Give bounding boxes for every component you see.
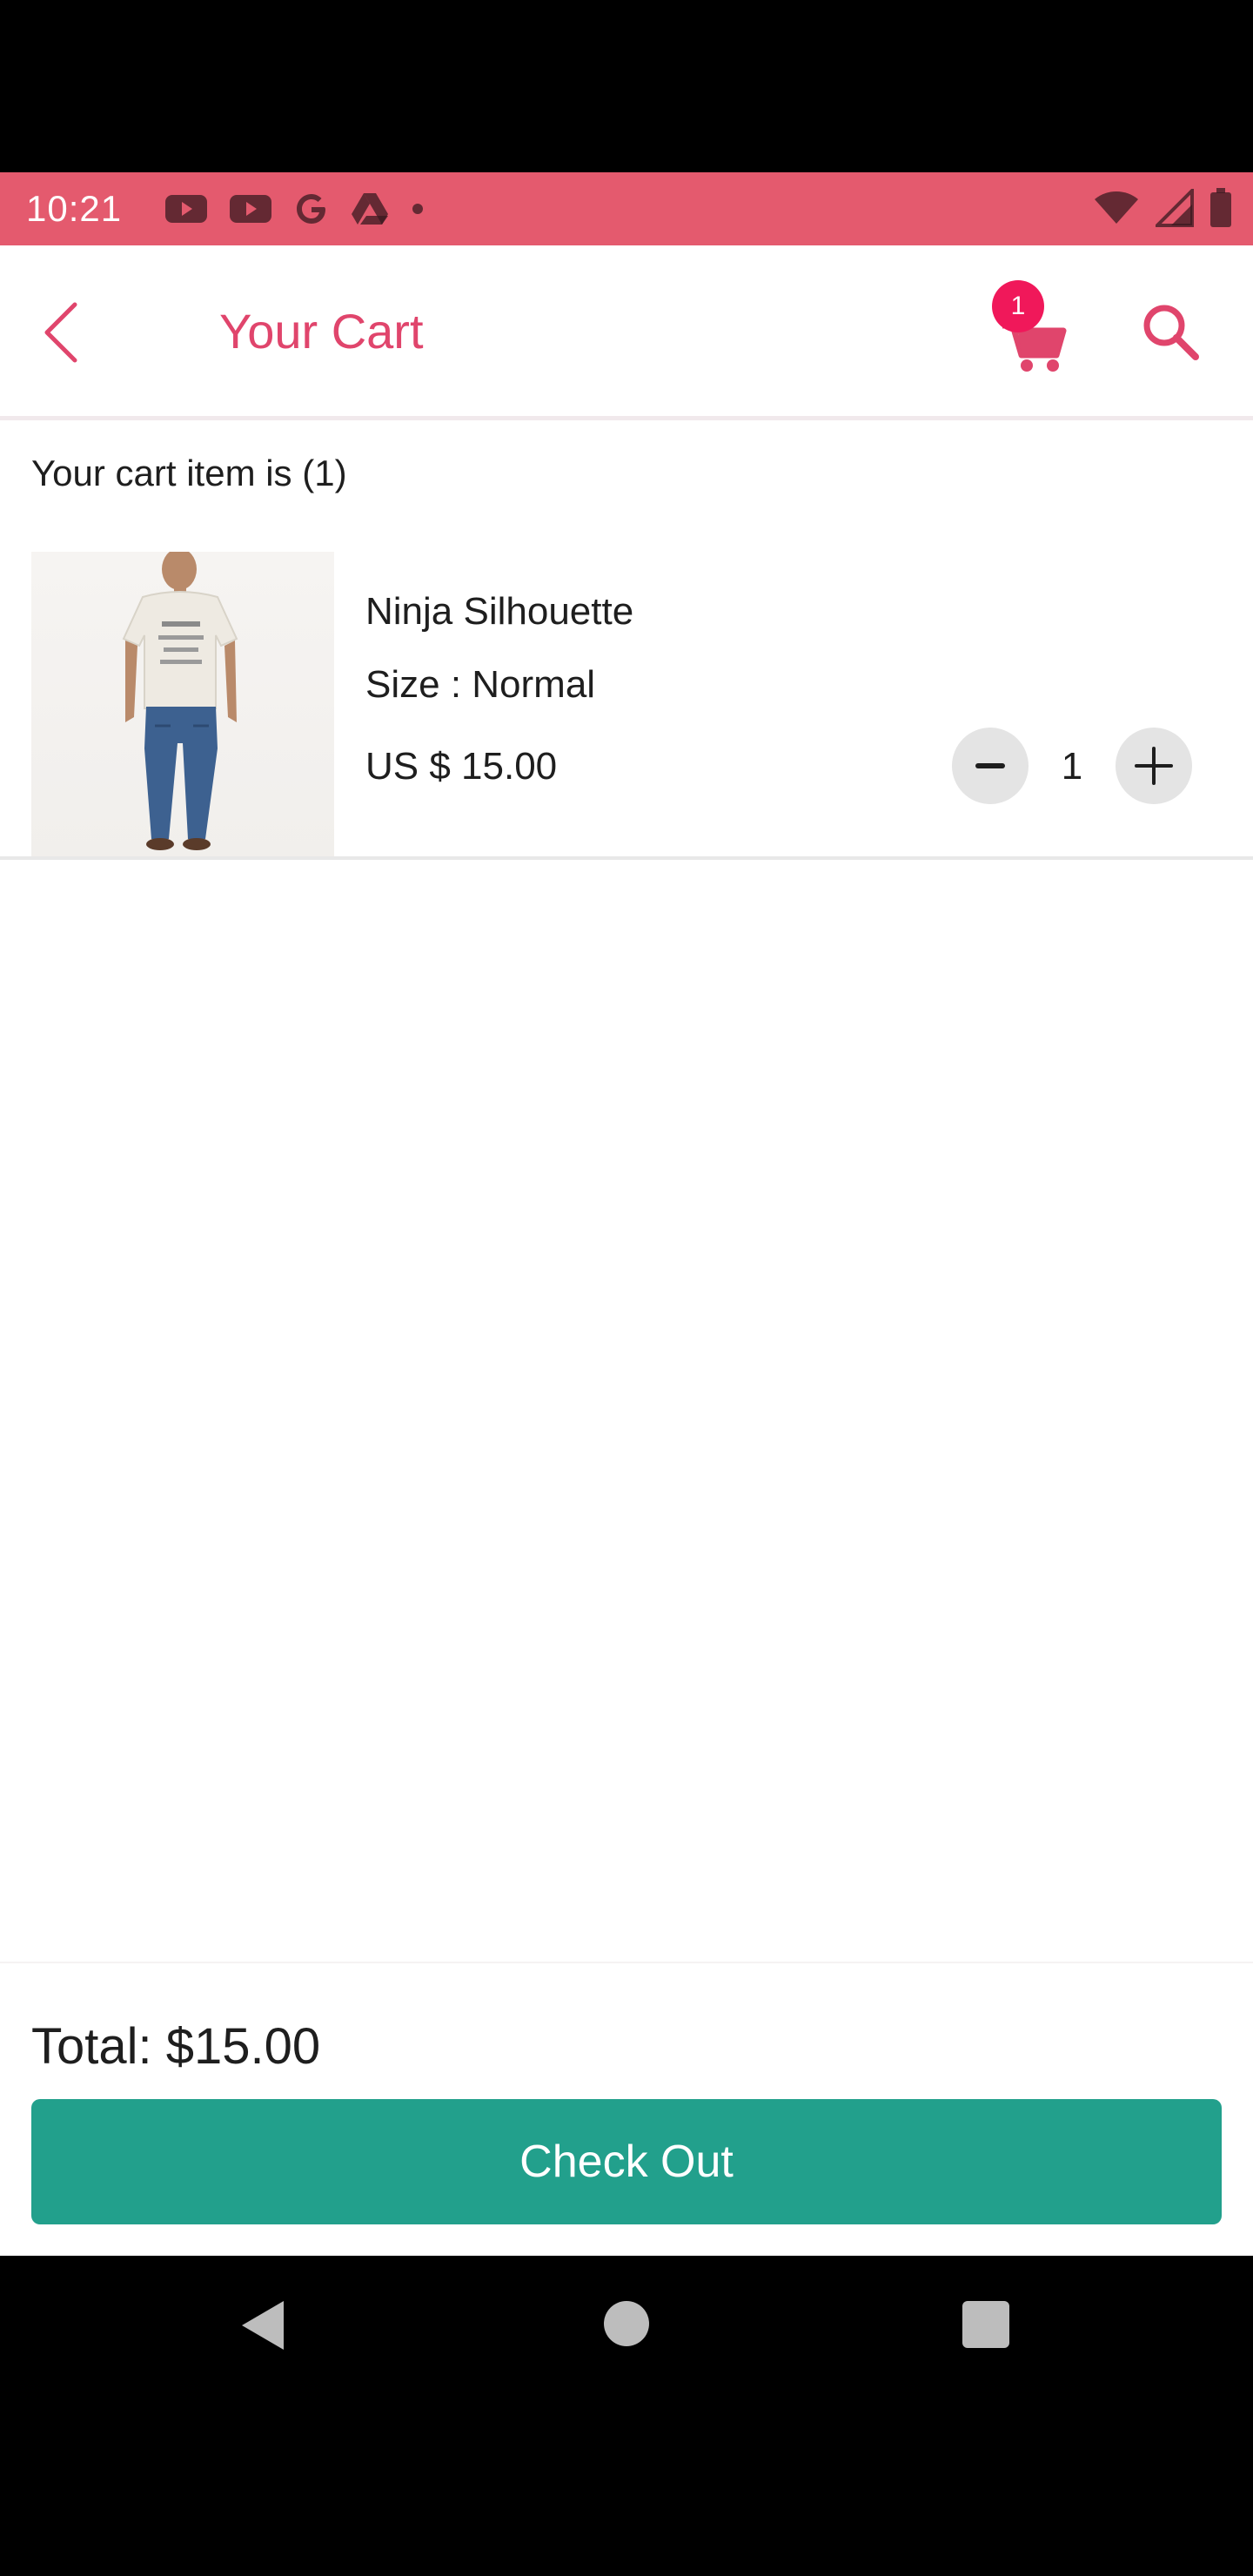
order-total: Total: $15.00 (31, 2018, 321, 2075)
youtube-icon (230, 195, 271, 223)
back-icon[interactable] (238, 2299, 287, 2351)
recents-icon[interactable] (962, 2301, 1009, 2348)
youtube-icon (165, 195, 207, 223)
google-icon (297, 194, 325, 224)
home-icon[interactable] (604, 2301, 649, 2346)
dot-icon (412, 204, 423, 214)
plus-icon (1135, 747, 1173, 785)
cart-screen: Your Cart 1 Your cart item is (1) Ninja … (0, 245, 1253, 2256)
search-icon (1143, 305, 1199, 360)
back-button[interactable] (35, 298, 96, 367)
checkout-button[interactable]: Check Out (31, 2099, 1222, 2224)
signal-icon (1156, 189, 1194, 227)
cart-item-count: Your cart item is (1) (31, 453, 347, 493)
status-time: 10:21 (26, 188, 123, 229)
notification-icons (164, 190, 426, 228)
product-price: US $ 15.00 (365, 745, 558, 788)
decrease-quantity-button[interactable] (952, 728, 1029, 804)
product-name: Ninja Silhouette (365, 590, 634, 633)
quantity-value: 1 (1061, 745, 1083, 788)
product-image (31, 552, 334, 856)
product-size: Size : Normal (365, 663, 596, 706)
search-button[interactable] (1136, 298, 1206, 367)
system-icons (1093, 188, 1232, 228)
chevron-left-icon (44, 302, 77, 363)
increase-quantity-button[interactable] (1116, 728, 1192, 804)
battery-icon (1210, 188, 1231, 227)
wifi-icon (1095, 191, 1138, 224)
cart-badge: 1 (992, 280, 1044, 332)
man-in-tshirt-and-jeans-image (122, 552, 238, 850)
status-bar: 10:21 (0, 172, 1253, 245)
minus-icon (975, 763, 1005, 768)
system-nav-bar (0, 2256, 1253, 2576)
top-black-area (0, 0, 1253, 172)
app-bar: Your Cart 1 (0, 245, 1253, 420)
cart-button[interactable]: 1 (992, 280, 1070, 376)
page-title: Your Cart (219, 304, 424, 359)
drive-icon (352, 193, 388, 225)
cart-item: Ninja Silhouette Size : Normal US $ 15.0… (0, 552, 1253, 860)
footer-divider (0, 1962, 1253, 1963)
